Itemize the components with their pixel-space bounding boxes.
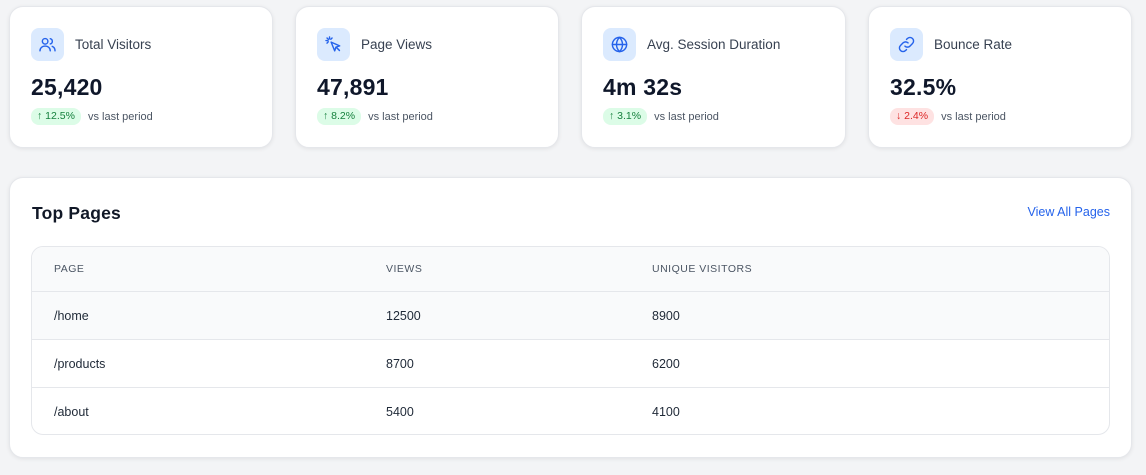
page-cell: /products	[54, 356, 106, 371]
stat-title: Bounce Rate	[934, 37, 1013, 52]
stat-change: ↓ 2.4% vs last period	[890, 108, 1006, 125]
page-cell: /home	[54, 308, 89, 323]
table-header-row: PAGE VIEWS UNIQUE VISITORS	[32, 247, 1109, 292]
section-title: Top Pages	[32, 203, 121, 223]
top-pages-card: Top Pages View All Pages PAGE VIEWS UNIQ…	[9, 177, 1132, 458]
link-icon	[890, 28, 923, 61]
table-row[interactable]: /about 5400 4100	[32, 388, 1109, 434]
unique-visitors-cell: 6200	[652, 356, 680, 371]
change-badge: ↑ 3.1%	[603, 108, 648, 125]
change-badge: ↓ 2.4%	[890, 108, 935, 125]
page-cell: /about	[54, 405, 89, 419]
users-icon	[31, 28, 64, 61]
stat-value: 4m 32s	[603, 74, 683, 100]
compare-label: vs last period	[87, 110, 153, 123]
view-all-pages-link[interactable]: View All Pages	[1028, 205, 1110, 219]
stat-value: 32.5%	[890, 74, 957, 100]
stat-value: 47,891	[317, 74, 389, 100]
table-row[interactable]: /products 8700 6200	[32, 340, 1109, 388]
stat-title: Total Visitors	[75, 37, 152, 52]
column-header-unique-visitors[interactable]: UNIQUE VISITORS	[652, 263, 752, 275]
views-cell: 8700	[386, 356, 414, 371]
column-header-views[interactable]: VIEWS	[386, 263, 422, 275]
globe-icon	[603, 28, 636, 61]
compare-label: vs last period	[941, 110, 1006, 123]
stat-card-bounce-rate: Bounce Rate 32.5% ↓ 2.4% vs last period	[868, 6, 1132, 148]
unique-visitors-cell: 8900	[652, 308, 680, 323]
stat-change: ↑ 12.5% vs last period	[31, 108, 153, 125]
change-badge: ↑ 8.2%	[317, 108, 362, 125]
compare-label: vs last period	[654, 110, 719, 123]
unique-visitors-cell: 4100	[652, 405, 680, 419]
stat-change: ↑ 8.2% vs last period	[317, 108, 433, 125]
stat-title: Avg. Session Duration	[647, 37, 781, 52]
views-cell: 5400	[386, 405, 414, 419]
stat-value: 25,420	[31, 74, 103, 100]
stat-card-total-visitors: Total Visitors 25,420 ↑ 12.5% vs last pe…	[9, 6, 273, 148]
change-badge: ↑ 12.5%	[31, 108, 81, 125]
compare-label: vs last period	[368, 110, 433, 123]
stat-change: ↑ 3.1% vs last period	[603, 108, 719, 125]
stat-card-session-duration: Avg. Session Duration 4m 32s ↑ 3.1% vs l…	[581, 6, 846, 148]
cursor-click-icon	[317, 28, 350, 61]
stat-header: Bounce Rate	[890, 28, 1012, 61]
stat-header: Total Visitors	[31, 28, 151, 61]
table-row[interactable]: /home 12500 8900	[32, 292, 1109, 340]
stat-header: Page Views	[317, 28, 432, 61]
stat-card-page-views: Page Views 47,891 ↑ 8.2% vs last period	[295, 6, 559, 148]
views-cell: 12500	[386, 308, 421, 323]
column-header-page[interactable]: PAGE	[54, 263, 84, 275]
stat-header: Avg. Session Duration	[603, 28, 780, 61]
top-pages-table: PAGE VIEWS UNIQUE VISITORS /home 12500 8…	[31, 246, 1110, 435]
stat-title: Page Views	[361, 37, 433, 52]
